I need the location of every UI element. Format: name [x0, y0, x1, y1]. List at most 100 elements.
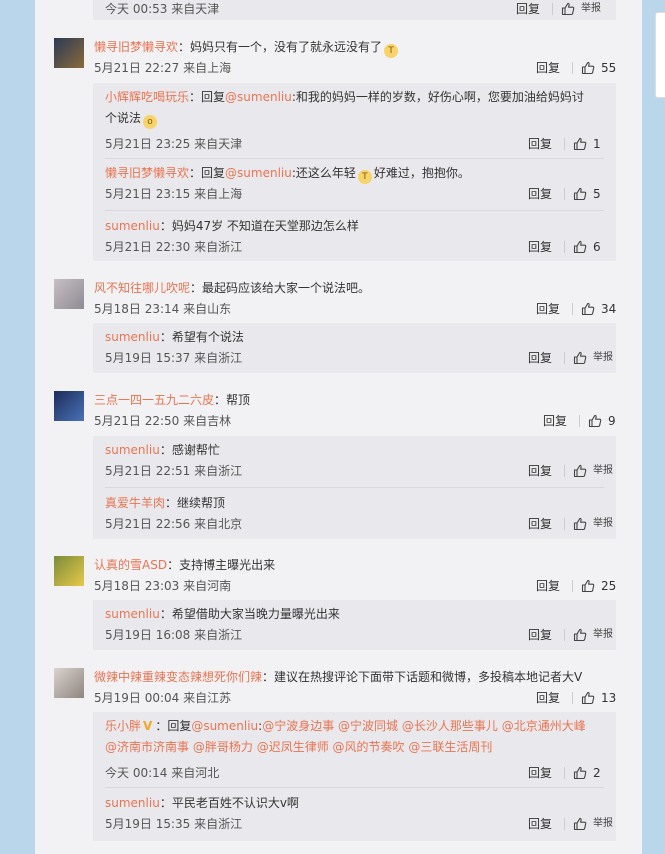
- mention-link[interactable]: @胖哥杨力: [193, 740, 253, 754]
- reply-actions: 回复 举报: [528, 349, 613, 367]
- username-link[interactable]: sumenliu: [105, 443, 160, 457]
- reply-meta: 5月21日 22:30 来自浙江: [105, 240, 243, 254]
- thumbs-up-icon[interactable]: [573, 187, 587, 201]
- thumbs-up-icon[interactable]: [588, 414, 602, 428]
- comment-actions: 回复 25: [536, 577, 616, 595]
- reply-button[interactable]: 回复: [536, 59, 560, 77]
- divider: [564, 629, 566, 641]
- reply-button[interactable]: 回复: [528, 349, 552, 367]
- thumbs-up-icon[interactable]: [573, 517, 587, 531]
- avatar[interactable]: [54, 668, 84, 698]
- reply-button[interactable]: 回复: [528, 185, 552, 203]
- username-link[interactable]: 微辣中辣重辣变态辣想死你们辣: [94, 670, 262, 684]
- divider: [572, 62, 574, 74]
- comment-meta: 5月19日 00:04 来自江苏: [94, 691, 232, 705]
- thumbs-up-icon[interactable]: [573, 628, 587, 642]
- reply-button[interactable]: 回复: [528, 815, 552, 833]
- reply-button[interactable]: 回复: [528, 238, 552, 256]
- username-link[interactable]: 认真的雪ASD: [94, 558, 167, 572]
- divider: [105, 210, 604, 211]
- divider: [564, 241, 566, 253]
- avatar[interactable]: [54, 279, 84, 309]
- mention-link[interactable]: @风的节奏吹: [333, 740, 405, 754]
- thumbs-up-icon[interactable]: [581, 302, 595, 316]
- reply-button[interactable]: 回复: [516, 0, 540, 18]
- divider: [564, 818, 566, 830]
- reply-meta: 5月19日 16:08 来自浙江: [105, 628, 243, 642]
- username-link[interactable]: sumenliu: [105, 219, 160, 233]
- reply-actions: 回复 举报: [528, 462, 613, 480]
- report-button[interactable]: 举报: [581, 0, 601, 18]
- like-count: 55: [601, 61, 617, 75]
- comment-meta: 5月21日 22:50 来自吉林: [94, 414, 232, 428]
- username-link[interactable]: 真爱牛羊肉: [105, 496, 165, 510]
- mention-link[interactable]: @sumenliu: [225, 90, 292, 104]
- like-count: 34: [601, 302, 617, 316]
- comment-actions: 回复 55: [536, 59, 616, 77]
- reply-button[interactable]: 回复: [528, 515, 552, 533]
- avatar[interactable]: [54, 38, 84, 68]
- reply-text: sumenliu：平民老百姓不认识大v啊: [105, 796, 299, 810]
- thumbs-up-icon[interactable]: [573, 137, 587, 151]
- thumbs-up-icon[interactable]: [573, 766, 587, 780]
- mention-link[interactable]: @三联生活周刊: [408, 740, 492, 754]
- mention-link[interactable]: @济南市济南事: [105, 740, 189, 754]
- username-link[interactable]: sumenliu: [105, 796, 160, 810]
- reply-button[interactable]: 回复: [528, 135, 552, 153]
- reply-text: sumenliu：希望借助大家当晚力量曝光出来: [105, 607, 340, 621]
- mention-link[interactable]: @sumenliu: [225, 166, 292, 180]
- reply-button[interactable]: 回复: [536, 577, 560, 595]
- mention-link[interactable]: @长沙人那些事儿: [402, 719, 498, 733]
- report-button[interactable]: 举报: [593, 626, 613, 644]
- divider: [564, 188, 566, 200]
- comment-actions: 回复 13: [536, 689, 616, 707]
- divider: [564, 352, 566, 364]
- like-count: 1: [593, 137, 601, 151]
- like-count: 13: [601, 691, 617, 705]
- thumbs-up-icon[interactable]: [573, 240, 587, 254]
- reply-button[interactable]: 回复: [528, 626, 552, 644]
- mention-link[interactable]: @宁波同城: [338, 719, 398, 733]
- thumbs-up-icon[interactable]: [581, 691, 595, 705]
- username-link[interactable]: 懒寻旧梦懒寻欢: [105, 166, 189, 180]
- reply-button[interactable]: 回复: [536, 300, 560, 318]
- mention-link[interactable]: @迟凤生律师: [257, 740, 329, 754]
- reply-meta: 今天 00:53 来自天津: [105, 2, 220, 16]
- report-button[interactable]: 举报: [593, 815, 613, 833]
- report-button[interactable]: 举报: [593, 349, 613, 367]
- divider: [105, 487, 604, 488]
- username-link[interactable]: 三点一四一五九二六皮: [94, 393, 214, 407]
- comment-text: 三点一四一五九二六皮：帮顶: [94, 393, 251, 407]
- username-link[interactable]: sumenliu: [105, 330, 160, 344]
- avatar[interactable]: [54, 556, 84, 586]
- thumbs-up-icon[interactable]: [573, 464, 587, 478]
- comment-actions: 回复 34: [536, 300, 616, 318]
- username-link[interactable]: 风不知往哪儿吹呢: [94, 281, 190, 295]
- reply-button[interactable]: 回复: [528, 462, 552, 480]
- username-link[interactable]: sumenliu: [105, 607, 160, 621]
- report-button[interactable]: 举报: [593, 515, 613, 533]
- reply-button[interactable]: 回复: [528, 764, 552, 782]
- reply-button[interactable]: 回复: [543, 412, 567, 430]
- avatar[interactable]: [54, 391, 84, 421]
- thumbs-up-icon[interactable]: [581, 579, 595, 593]
- divider: [572, 303, 574, 315]
- comment-meta: 5月18日 23:03 来自河南: [94, 579, 232, 593]
- comment-actions: 回复 9: [543, 412, 618, 430]
- thumbs-up-icon[interactable]: [581, 61, 595, 75]
- reply-button[interactable]: 回复: [536, 689, 560, 707]
- username-link[interactable]: 乐小胖: [105, 719, 141, 733]
- report-button[interactable]: 举报: [593, 462, 613, 480]
- mention-link[interactable]: @sumenliu: [191, 719, 258, 733]
- username-link[interactable]: 懒寻旧梦懒寻欢: [94, 40, 178, 54]
- reply-actions: 回复 2: [528, 764, 603, 782]
- reply-box: 今天 00:53 来自天津 回复 举报: [93, 0, 616, 20]
- mention-link[interactable]: @宁波身边事: [262, 719, 334, 733]
- thumbs-up-icon[interactable]: [573, 817, 587, 831]
- reply-actions: 回复 举报: [528, 626, 613, 644]
- mention-link[interactable]: @北京通州大峰: [502, 719, 586, 733]
- thumbs-up-icon[interactable]: [573, 351, 587, 365]
- crying-emoji-icon: T: [357, 170, 372, 184]
- username-link[interactable]: 小辉辉吃喝玩乐: [105, 90, 189, 104]
- thumbs-up-icon[interactable]: [561, 2, 575, 16]
